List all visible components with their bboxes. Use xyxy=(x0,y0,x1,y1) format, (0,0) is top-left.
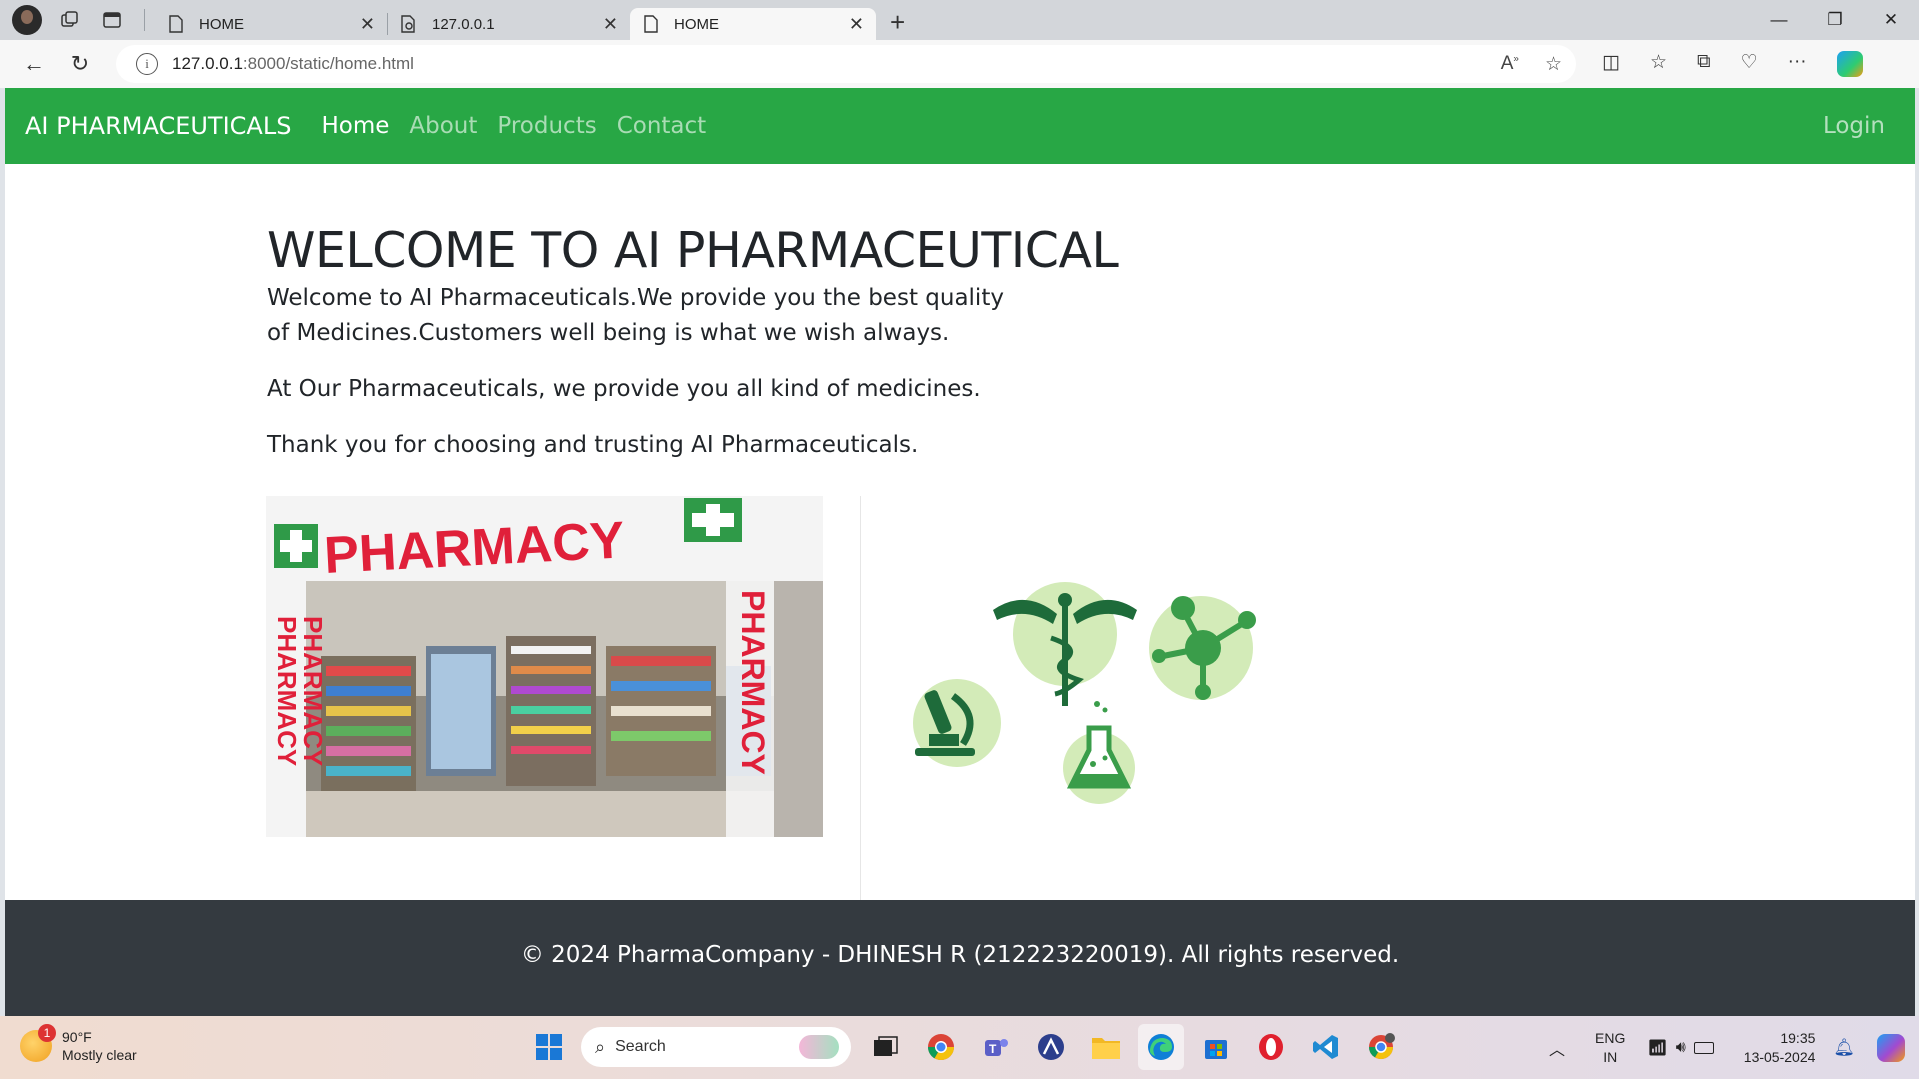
tab-home-active[interactable]: HOME ✕ xyxy=(630,8,876,40)
chrome-icon[interactable] xyxy=(918,1024,964,1070)
clock-time: 19:35 xyxy=(1780,1029,1816,1046)
navbar-brand[interactable]: AI PHARMACEUTICALS xyxy=(25,112,291,140)
taskbar-apps: ⌕ Search T xyxy=(526,1024,1413,1070)
tab-actions-icon[interactable] xyxy=(98,6,126,34)
read-aloud-icon[interactable]: A» xyxy=(1501,53,1519,76)
favorites-icon[interactable]: ☆ xyxy=(1650,51,1667,77)
close-icon[interactable]: ✕ xyxy=(603,14,618,35)
weather-desc: Mostly clear xyxy=(62,1047,137,1063)
intro-paragraph: Welcome to AI Pharmaceuticals.We provide… xyxy=(267,285,1004,346)
show-hidden-icons-chevron-icon[interactable]: ︿ xyxy=(1549,1036,1565,1060)
search-placeholder: Search xyxy=(615,1038,666,1055)
side-sign-right: PHARMACY xyxy=(735,590,771,775)
system-tray: ︿ ENG IN 📶︎ 🔊︎ 19:35 13-05-2024 🔔︎ xyxy=(1549,1016,1919,1079)
page-icon xyxy=(642,15,660,33)
region-code: IN xyxy=(1603,1048,1618,1065)
pharma-science-illustration xyxy=(885,578,1285,838)
taskbar-search[interactable]: ⌕ Search xyxy=(581,1027,851,1067)
window-controls: — ❐ ✕ xyxy=(1751,0,1919,40)
battery-icon[interactable] xyxy=(1693,1041,1714,1054)
thanks-paragraph: Thank you for choosing and trusting AI P… xyxy=(267,432,919,458)
tab-separator xyxy=(144,9,145,31)
workspaces-icon[interactable] xyxy=(56,6,84,34)
browser-essentials-icon[interactable]: ♡ xyxy=(1741,51,1758,77)
vscode-icon[interactable] xyxy=(1303,1024,1349,1070)
nav-about[interactable]: About xyxy=(409,113,477,139)
back-arrow-icon[interactable]: ← xyxy=(14,44,54,84)
url-path: :8000/static/home.html xyxy=(242,54,414,73)
close-icon[interactable]: ✕ xyxy=(360,14,375,35)
notification-bell-icon[interactable]: 🔔︎ xyxy=(1833,1038,1855,1058)
volume-icon[interactable]: 🔊︎ xyxy=(1676,1039,1686,1057)
tab-localhost[interactable]: 127.0.0.1 ✕ xyxy=(388,8,630,40)
weather-badge: 1 xyxy=(38,1024,56,1042)
windows-taskbar: 1 90°F Mostly clear ⌕ Search T ︿ ENG IN … xyxy=(0,1016,1919,1079)
browser-tab-strip: HOME ✕ 127.0.0.1 ✕ HOME ✕ + — ❐ ✕ xyxy=(0,0,1919,40)
nav-links: Home About Products Contact xyxy=(321,113,706,139)
footer-copyright: © 2024 PharmaCompany - DHINESH R (212223… xyxy=(520,942,1400,968)
welcome-section: WELCOME TO AI PHARMACEUTICAL Welcome to … xyxy=(267,222,1267,463)
address-toolbar: ← ↻ i 127.0.0.1:8000/static/home.html A»… xyxy=(0,40,1919,88)
copilot-icon[interactable] xyxy=(1836,51,1863,77)
language-code: ENG xyxy=(1595,1029,1626,1046)
tab-title: HOME xyxy=(674,15,719,33)
nav-products[interactable]: Products xyxy=(497,113,596,139)
restore-icon[interactable]: ❐ xyxy=(1807,0,1863,40)
search-icon: ⌕ xyxy=(595,1036,606,1057)
site-info-icon[interactable]: i xyxy=(136,53,158,75)
more-menu-icon[interactable]: ··· xyxy=(1788,51,1807,77)
microsoft-store-icon[interactable] xyxy=(1193,1024,1239,1070)
clock-date: 13-05-2024 xyxy=(1743,1048,1816,1065)
search-highlight-icon xyxy=(799,1035,839,1059)
loading-page-icon xyxy=(400,15,418,33)
clock[interactable]: 19:35 13-05-2024 xyxy=(1744,1029,1816,1067)
copilot-taskbar-icon[interactable] xyxy=(1877,1033,1905,1062)
address-bar[interactable]: i 127.0.0.1:8000/static/home.html A» ☆ xyxy=(116,45,1576,83)
file-explorer-icon[interactable] xyxy=(1083,1024,1129,1070)
opera-icon[interactable] xyxy=(1248,1024,1294,1070)
web-page: AI PHARMACEUTICALS Home About Products C… xyxy=(5,88,1915,1016)
affinity-app-icon[interactable] xyxy=(1028,1024,1074,1070)
nav-home[interactable]: Home xyxy=(321,113,389,139)
tab-title: 127.0.0.1 xyxy=(432,15,495,33)
side-sign-left: PHARMACY xyxy=(272,616,302,766)
caduceus-icon xyxy=(993,593,1137,706)
url-text[interactable]: 127.0.0.1:8000/static/home.html xyxy=(172,54,414,74)
side-sign-left-2: PHARMACY xyxy=(298,616,328,766)
close-window-icon[interactable]: ✕ xyxy=(1863,0,1919,40)
task-view-icon[interactable] xyxy=(863,1024,909,1070)
split-screen-icon[interactable]: ◫ xyxy=(1602,51,1620,77)
site-navbar: AI PHARMACEUTICALS Home About Products C… xyxy=(5,88,1915,164)
edge-icon[interactable] xyxy=(1138,1024,1184,1070)
collections-icon[interactable]: ⧉ xyxy=(1697,51,1711,77)
pharmacy-storefront-image: PHARMACY PHARMACY PHARMACY PHARMACY xyxy=(266,496,823,837)
minimize-icon[interactable]: — xyxy=(1751,0,1807,40)
nav-contact[interactable]: Contact xyxy=(617,113,706,139)
favorite-star-icon[interactable]: ☆ xyxy=(1545,53,1562,76)
teams-icon[interactable]: T xyxy=(973,1024,1019,1070)
page-title: WELCOME TO AI PHARMACEUTICAL xyxy=(267,222,1119,279)
new-tab-plus-icon[interactable]: + xyxy=(890,7,905,38)
windows-start-icon[interactable] xyxy=(526,1024,572,1070)
tab-title: HOME xyxy=(199,15,244,33)
chrome-profile-icon[interactable] xyxy=(1358,1024,1404,1070)
weather-temp: 90°F xyxy=(62,1029,92,1045)
medicines-paragraph: At Our Pharmaceuticals, we provide you a… xyxy=(267,376,981,402)
profile-avatar[interactable] xyxy=(12,5,42,35)
nav-login[interactable]: Login xyxy=(1823,113,1885,139)
url-host: 127.0.0.1 xyxy=(172,54,243,73)
wifi-icon[interactable]: 📶︎ xyxy=(1647,1038,1667,1058)
refresh-icon[interactable]: ↻ xyxy=(60,44,100,84)
weather-widget[interactable]: 1 90°F Mostly clear xyxy=(20,1024,137,1064)
tab-home-1[interactable]: HOME ✕ xyxy=(155,8,387,40)
site-footer: © 2024 PharmaCompany - DHINESH R (212223… xyxy=(5,900,1915,1016)
page-icon xyxy=(167,15,185,33)
weather-sun-icon: 1 xyxy=(20,1024,56,1062)
language-indicator[interactable]: ENG IN xyxy=(1595,1029,1625,1067)
column-divider xyxy=(860,496,861,906)
svg-text:T: T xyxy=(989,1042,997,1056)
close-icon[interactable]: ✕ xyxy=(849,14,864,35)
